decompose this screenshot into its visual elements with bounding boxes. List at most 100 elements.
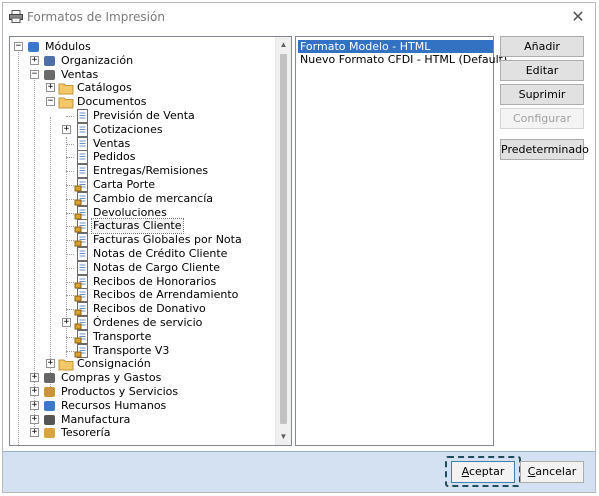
tree-node-label: Entregas/Remisiones	[93, 164, 209, 177]
scroll-down-icon[interactable]: ▼	[276, 429, 291, 445]
close-button[interactable]: ✕	[567, 7, 589, 27]
expand-icon[interactable]: +	[30, 401, 39, 410]
tree-node-label: Ventas	[61, 68, 99, 81]
tree-node[interactable]: Recibos de Honorarios	[10, 275, 278, 289]
scroll-up-icon[interactable]: ▲	[276, 37, 291, 53]
tree-node[interactable]: Notas de Crédito Cliente	[10, 247, 278, 261]
tree-node[interactable]: Notas de Cargo Cliente	[10, 261, 278, 275]
tree-node-label: Manufactura	[61, 413, 131, 426]
tree-connector	[66, 295, 74, 296]
tree-node[interactable]: Pedidos	[10, 150, 278, 164]
collapse-icon[interactable]: −	[14, 42, 23, 51]
tree-connector	[66, 337, 74, 338]
accept-hotkey: A	[461, 465, 469, 478]
tree-node-label: Compras y Gastos	[61, 371, 162, 384]
tree-node[interactable]: − Documentos	[10, 95, 278, 109]
collapse-icon[interactable]: −	[30, 70, 39, 79]
tree-node[interactable]: + Órdenes de servicio	[10, 316, 278, 330]
tree-node[interactable]: + Manufactura	[10, 413, 278, 427]
expand-icon[interactable]: +	[30, 428, 39, 437]
tree-node-label: Recibos de Donativo	[93, 302, 206, 315]
formats-list[interactable]: Formato Modelo - HTML Nuevo Formato CFDI…	[295, 36, 507, 446]
tree-node[interactable]: + Tesorería	[10, 426, 278, 440]
tree-node[interactable]: Facturas Cliente	[10, 218, 278, 234]
tree-connector	[66, 171, 74, 172]
receipt-document-icon	[74, 275, 88, 289]
tree-node[interactable]: Recibos de Donativo	[10, 302, 278, 316]
cancel-label: ancelar	[535, 465, 577, 478]
tree-node[interactable]: + Recursos Humanos	[10, 399, 278, 413]
tree-node[interactable]: Cambio de mercancía	[10, 192, 278, 206]
format-item[interactable]: Formato Modelo - HTML	[298, 40, 493, 53]
tree-connector	[66, 309, 74, 310]
tree-node[interactable]: + Productos y Servicios	[10, 385, 278, 399]
tree-node-label: Consignación	[77, 357, 151, 370]
tree-node[interactable]: Entregas/Remisiones	[10, 164, 278, 178]
accept-label: ceptar	[468, 465, 505, 478]
tree-node[interactable]: Recibos de Arrendamiento	[10, 288, 278, 302]
expand-icon[interactable]: +	[46, 359, 55, 368]
tree-content: − Módulos + Organización − Ventas + Catálogos − D…	[10, 37, 278, 445]
tree-node-label: Cotizaciones	[93, 123, 163, 136]
tree-node[interactable]: Transporte	[10, 330, 278, 344]
document-icon	[77, 109, 88, 123]
users-icon	[44, 70, 55, 80]
tree-node-label: Productos y Servicios	[61, 385, 179, 398]
configure-button[interactable]: Configurar	[500, 108, 584, 129]
module-tree[interactable]: − Módulos + Organización − Ventas + Catálogos − D…	[9, 36, 292, 446]
tree-node[interactable]: + Catálogos	[10, 81, 278, 95]
tree-node-label: Catálogos	[77, 81, 132, 94]
tree-connector	[66, 282, 74, 283]
expand-icon[interactable]: +	[30, 415, 39, 424]
add-button[interactable]: Añadir	[500, 36, 584, 57]
tree-vertical-scrollbar[interactable]: ▲ ▼	[275, 37, 291, 445]
tree-node-label: Facturas Globales por Nota	[93, 233, 242, 246]
return-document-icon	[74, 206, 88, 220]
tree-node-label: Facturas Cliente	[91, 218, 184, 234]
tree-node[interactable]: Facturas Globales por Nota	[10, 233, 278, 247]
money-icon	[44, 428, 55, 438]
expand-icon[interactable]: +	[30, 56, 39, 65]
tree-node[interactable]: Transporte V3	[10, 344, 278, 358]
document-icon	[77, 123, 88, 137]
tree-node[interactable]: Ventas	[10, 137, 278, 151]
tree-connector	[66, 254, 74, 255]
tree-connector	[66, 240, 74, 241]
house-document-icon	[74, 288, 88, 302]
tree-connector	[66, 351, 74, 352]
expand-icon[interactable]: +	[62, 125, 71, 134]
tree-node[interactable]: Previsión de Venta	[10, 109, 278, 123]
expand-icon[interactable]: +	[46, 83, 55, 92]
tree-node[interactable]: + Consignación	[10, 357, 278, 371]
tree-node[interactable]: + Organización	[10, 54, 278, 68]
exchange-document-icon	[74, 192, 88, 206]
tree-node-label: Notas de Cargo Cliente	[93, 261, 221, 274]
scrollbar-thumb[interactable]	[280, 54, 287, 424]
tree-node-label: Módulos	[45, 40, 91, 53]
tree-node[interactable]: Devoluciones	[10, 206, 278, 220]
expand-icon[interactable]: +	[62, 318, 71, 327]
tree-connector	[66, 185, 74, 186]
delete-button[interactable]: Suprimir	[500, 84, 584, 105]
format-item[interactable]: Nuevo Formato CFDI - HTML (Default)	[298, 53, 509, 66]
expand-icon[interactable]: +	[30, 387, 39, 396]
cancel-button[interactable]: Cancelar	[520, 461, 584, 483]
heart-document-icon	[74, 302, 88, 316]
tree-node[interactable]: − Ventas	[10, 68, 278, 82]
tree-node-label: Ventas	[93, 137, 131, 150]
tree-connector	[66, 144, 74, 145]
edit-button[interactable]: Editar	[500, 60, 584, 81]
collapse-icon[interactable]: −	[46, 97, 55, 106]
expand-icon[interactable]: +	[30, 373, 39, 382]
tree-node[interactable]: + Cotizaciones	[10, 123, 278, 137]
tree-connector	[66, 268, 74, 269]
boxes-icon	[44, 387, 55, 397]
tree-node[interactable]: Carta Porte	[10, 178, 278, 192]
invoice-document-icon	[74, 219, 88, 233]
set-default-button[interactable]: Predeterminado	[500, 139, 589, 160]
tree-node[interactable]: − Módulos	[10, 40, 278, 54]
tree-node[interactable]: + Compras y Gastos	[10, 371, 278, 385]
folder-icon	[58, 83, 74, 95]
accept-button[interactable]: Aceptar	[451, 461, 515, 483]
service-document-icon	[74, 316, 88, 330]
